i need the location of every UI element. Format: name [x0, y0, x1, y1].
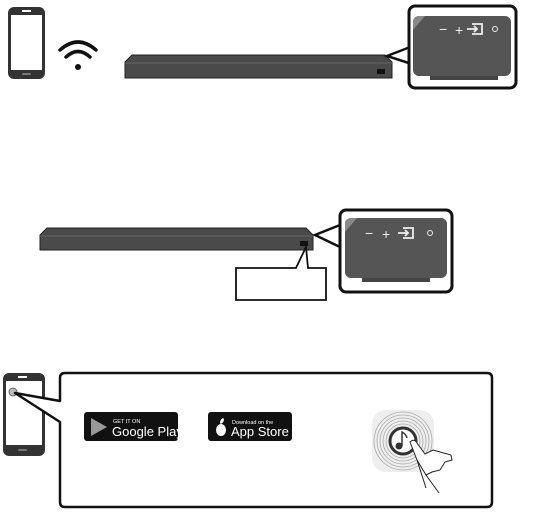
volume-down-button: −	[439, 21, 447, 37]
soundbar-setup-illustration: − + − + GET IT ON Google Play Download o…	[0, 0, 537, 512]
button-panel-callout: − +	[383, 4, 518, 90]
wifi-icon	[58, 40, 98, 70]
google-play-large-text: Google Play	[112, 424, 183, 439]
smartphone-icon	[3, 373, 45, 456]
volume-up-button: +	[455, 22, 463, 38]
google-play-badge[interactable]: GET IT ON Google Play	[84, 412, 183, 441]
soundbar	[39, 227, 314, 251]
volume-down-button: −	[365, 225, 373, 241]
button-panel-callout: − +	[311, 208, 454, 294]
smartphone-icon	[8, 7, 45, 79]
volume-up-button: +	[382, 226, 390, 242]
soundbar	[124, 54, 393, 79]
app-store-large-text: App Store	[231, 424, 289, 439]
app-store-badge[interactable]: Download on the App Store	[208, 412, 292, 441]
illustration-canvas: − + − + GET IT ON Google Play Download o…	[3, 4, 518, 509]
label-callout	[235, 243, 327, 301]
